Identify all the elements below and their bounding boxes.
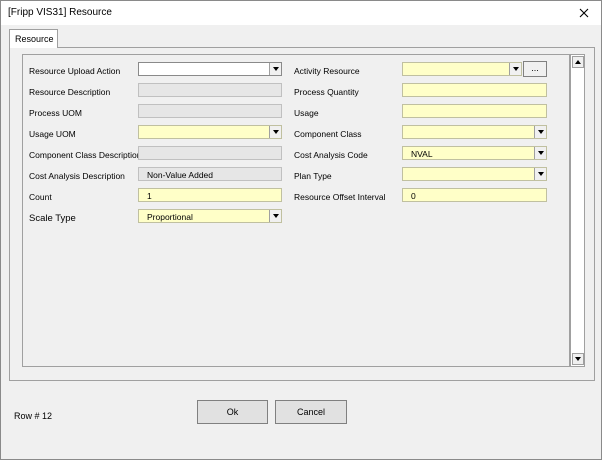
- usage-label: Usage: [294, 108, 319, 118]
- component-class-description-field: [138, 146, 282, 160]
- component-class-description-label: Component Class Description: [29, 150, 142, 160]
- resource-offset-interval-field[interactable]: 0: [402, 188, 547, 202]
- process-quantity-label: Process Quantity: [294, 87, 359, 97]
- count-value: 1: [147, 191, 152, 201]
- tab-resource[interactable]: Resource: [9, 29, 58, 48]
- close-icon: [579, 8, 589, 18]
- activity-resource-browse-button[interactable]: ...: [523, 61, 547, 77]
- scroll-up-button[interactable]: [572, 56, 584, 68]
- chevron-down-icon: [512, 67, 519, 71]
- component-class-label: Component Class: [294, 129, 362, 139]
- chevron-down-icon: [272, 130, 279, 134]
- chevron-down-icon: [272, 214, 279, 218]
- scroll-down-button[interactable]: [572, 353, 584, 365]
- activity-resource-dropdown-button[interactable]: [509, 63, 521, 75]
- scale-type-label: Scale Type: [29, 213, 76, 224]
- row-indicator: Row # 12: [14, 411, 53, 421]
- resource-upload-action-dropdown[interactable]: [138, 62, 282, 76]
- component-class-dropdown-button[interactable]: [534, 126, 546, 138]
- cost-analysis-code-dropdown-button[interactable]: [534, 147, 546, 159]
- usage-field[interactable]: [402, 104, 547, 118]
- cost-analysis-code-label: Cost Analysis Code: [294, 150, 368, 160]
- resource-description-label: Resource Description: [29, 87, 111, 97]
- chevron-down-icon: [537, 130, 544, 134]
- vertical-scrollbar[interactable]: [570, 54, 585, 367]
- arrow-up-icon: [575, 60, 581, 64]
- activity-resource-label: Activity Resource: [294, 66, 360, 76]
- plan-type-label: Plan Type: [294, 171, 332, 181]
- chevron-down-icon: [537, 151, 544, 155]
- scale-type-dropdown[interactable]: Proportional: [138, 209, 282, 223]
- cost-analysis-code-dropdown[interactable]: NVAL: [402, 146, 547, 160]
- resource-description-field: [138, 83, 282, 97]
- window-title: [Fripp VIS31] Resource: [8, 7, 112, 18]
- cost-analysis-description-value: Non-Value Added: [147, 170, 214, 180]
- usage-uom-dropdown-button[interactable]: [269, 126, 281, 138]
- resource-upload-action-dropdown-button[interactable]: [269, 63, 281, 75]
- cost-analysis-description-field: Non-Value Added: [138, 167, 282, 181]
- process-uom-label: Process UOM: [29, 108, 82, 118]
- arrow-down-icon: [575, 357, 581, 361]
- resource-dialog: [Fripp VIS31] Resource Resource Resource…: [0, 0, 602, 460]
- chevron-down-icon: [537, 172, 544, 176]
- scale-type-dropdown-button[interactable]: [269, 210, 281, 222]
- cost-analysis-code-value: NVAL: [411, 149, 433, 159]
- resource-offset-interval-label: Resource Offset Interval: [294, 192, 386, 202]
- activity-resource-dropdown[interactable]: [402, 62, 522, 76]
- resource-upload-action-label: Resource Upload Action: [29, 66, 121, 76]
- count-field[interactable]: 1: [138, 188, 282, 202]
- cost-analysis-description-label: Cost Analysis Description: [29, 171, 125, 181]
- plan-type-dropdown-button[interactable]: [534, 168, 546, 180]
- ok-button[interactable]: Ok: [197, 400, 268, 424]
- title-bar: [Fripp VIS31] Resource: [1, 1, 601, 25]
- component-class-dropdown[interactable]: [402, 125, 547, 139]
- scale-type-value: Proportional: [147, 212, 193, 222]
- process-quantity-field[interactable]: [402, 83, 547, 97]
- cancel-button[interactable]: Cancel: [275, 400, 347, 424]
- usage-uom-label: Usage UOM: [29, 129, 76, 139]
- chevron-down-icon: [272, 67, 279, 71]
- usage-uom-dropdown[interactable]: [138, 125, 282, 139]
- close-button[interactable]: [567, 1, 601, 25]
- resource-offset-interval-value: 0: [411, 191, 416, 201]
- resource-form-frame: [22, 54, 570, 367]
- process-uom-field: [138, 104, 282, 118]
- plan-type-dropdown[interactable]: [402, 167, 547, 181]
- count-label: Count: [29, 192, 52, 202]
